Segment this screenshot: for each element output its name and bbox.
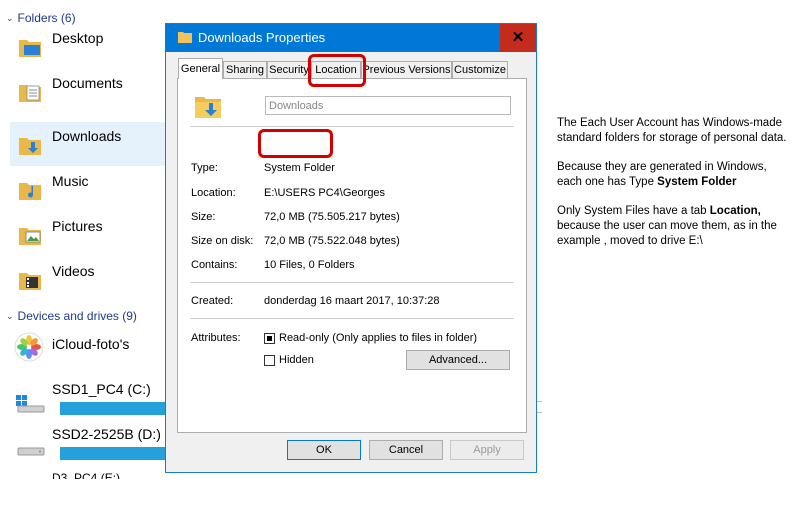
videos-folder-icon xyxy=(19,273,41,290)
folder-label: Documents xyxy=(52,75,123,91)
file-explorer-pane: ⌄ Folders (6) Desktop Documents Download… xyxy=(0,0,175,513)
folder-label: Downloads xyxy=(52,128,122,144)
folder-name-input[interactable] xyxy=(265,96,511,115)
folder-item-documents[interactable]: Documents xyxy=(10,69,165,113)
folder-label: Videos xyxy=(52,263,95,279)
drive-usage-bar xyxy=(60,447,175,460)
divider xyxy=(190,126,514,127)
device-item-icloud-photos[interactable]: iCloud-foto's xyxy=(10,332,165,372)
location-tab-highlight xyxy=(308,54,366,87)
tab-general[interactable]: General xyxy=(178,58,223,79)
type-value: System Folder xyxy=(264,162,335,174)
downloads-folder-icon xyxy=(19,138,41,155)
device-item-drive-d[interactable]: SSD2-2525B (D:) xyxy=(10,426,175,466)
size-on-disk-label: Size on disk: xyxy=(191,235,254,247)
annotation-bold-span: System Folder xyxy=(657,176,737,188)
music-folder-icon xyxy=(19,183,41,200)
chevron-down-icon: ⌄ xyxy=(6,310,14,321)
annotation-paragraph-1: The Each User Account has Windows-made s… xyxy=(557,117,787,144)
created-value: donderdag 16 maart 2017, 10:37:28 xyxy=(264,295,440,307)
general-tab-panel: Type: System Folder Location: E:\USERS P… xyxy=(177,78,527,433)
drive-usage-bar xyxy=(60,402,175,415)
size-on-disk-value: 72,0 MB (75.522.048 bytes) xyxy=(264,235,400,247)
advanced-button[interactable]: Advanced... xyxy=(406,350,510,370)
contains-value: 10 Files, 0 Folders xyxy=(264,259,355,271)
tab-sharing[interactable]: Sharing xyxy=(223,61,267,78)
annotation-bold-span: Location, xyxy=(709,205,761,217)
devices-header-label: Devices and drives (9) xyxy=(17,309,137,323)
icloud-photos-icon xyxy=(14,332,44,362)
devices-section-header[interactable]: ⌄ Devices and drives (9) xyxy=(6,309,137,323)
desktop-folder-icon xyxy=(19,40,41,57)
tab-previous-versions[interactable]: Previous Versions xyxy=(361,61,452,78)
drive-icon xyxy=(17,447,45,456)
folder-item-videos[interactable]: Videos xyxy=(10,257,165,301)
size-label: Size: xyxy=(191,211,216,223)
annotation-text-span: Only System Files have a tab xyxy=(557,205,710,217)
readonly-checkbox-label: Read-only (Only applies to files in fold… xyxy=(279,332,478,344)
divider xyxy=(537,401,542,402)
chevron-down-icon: ⌄ xyxy=(6,12,14,23)
divider xyxy=(537,412,542,413)
folder-item-desktop[interactable]: Desktop xyxy=(10,24,165,68)
readonly-checkbox[interactable] xyxy=(264,333,275,344)
cancel-button[interactable]: Cancel xyxy=(369,440,443,460)
device-label: SSD1_PC4 (C:) xyxy=(52,381,151,397)
annotation-text: The Each User Account has Windows-made s… xyxy=(557,116,792,263)
apply-button[interactable]: Apply xyxy=(450,440,524,460)
location-label: Location: xyxy=(191,187,236,199)
device-item-drive-c[interactable]: SSD1_PC4 (C:) xyxy=(10,381,175,421)
folder-icon xyxy=(178,32,192,43)
annotation-paragraph-3: Only System Files have a tab Location, b… xyxy=(557,204,792,249)
folder-label: Music xyxy=(52,173,89,189)
folders-header-label: Folders (6) xyxy=(17,11,76,25)
type-label: Type: xyxy=(191,162,218,174)
annotation-text-span: because the user can move them, as in th… xyxy=(557,220,777,247)
documents-folder-icon xyxy=(19,85,41,102)
folder-item-downloads[interactable]: Downloads xyxy=(10,122,165,166)
device-label: SSD2-2525B (D:) xyxy=(52,426,161,442)
tab-security[interactable]: Security xyxy=(267,61,311,78)
dialog-title: Downloads Properties xyxy=(198,30,326,45)
folder-item-music[interactable]: Music xyxy=(10,167,165,211)
ok-button[interactable]: OK xyxy=(287,440,361,460)
attributes-label: Attributes: xyxy=(191,332,241,344)
hidden-checkbox[interactable] xyxy=(264,355,275,366)
tab-customize[interactable]: Customize xyxy=(452,61,508,78)
device-label: iCloud-foto's xyxy=(52,336,130,352)
folder-item-pictures[interactable]: Pictures xyxy=(10,212,165,256)
close-button[interactable]: ✕ xyxy=(500,24,536,52)
folders-section-header[interactable]: ⌄ Folders (6) xyxy=(6,11,76,25)
downloads-folder-icon xyxy=(195,97,221,118)
windows-drive-icon xyxy=(16,395,45,413)
device-item-drive-e[interactable]: D3_PC4 (E:) xyxy=(10,471,165,479)
divider xyxy=(190,318,514,319)
contains-label: Contains: xyxy=(191,259,238,271)
device-label: D3_PC4 (E:) xyxy=(52,471,121,479)
created-label: Created: xyxy=(191,295,234,307)
size-value: 72,0 MB (75.505.217 bytes) xyxy=(264,211,400,223)
hidden-checkbox-label: Hidden xyxy=(279,354,314,366)
divider xyxy=(190,282,514,283)
annotation-paragraph-2: Because they are generated in Windows, e… xyxy=(557,160,792,190)
dialog-titlebar[interactable]: Downloads Properties ✕ xyxy=(166,24,536,52)
location-value: E:\USERS PC4\Georges xyxy=(264,187,386,199)
folder-label: Pictures xyxy=(52,218,103,234)
system-folder-highlight xyxy=(258,129,333,158)
pictures-folder-icon xyxy=(19,228,41,245)
properties-dialog: Downloads Properties ✕ General Sharing S… xyxy=(165,23,537,473)
folder-label: Desktop xyxy=(52,30,104,46)
